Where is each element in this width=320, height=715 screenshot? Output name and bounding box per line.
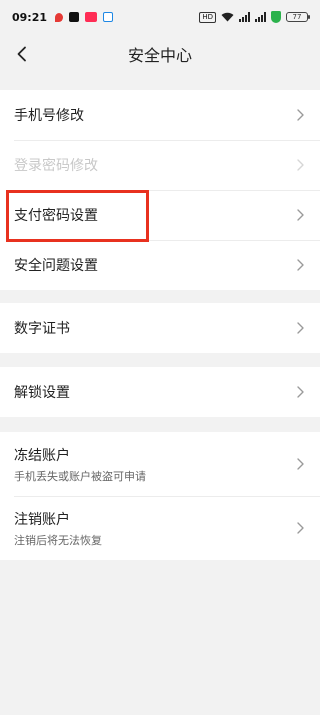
shield-icon	[271, 11, 281, 23]
menu-item-security-question[interactable]: 安全问题设置	[0, 240, 320, 290]
menu-item-digital-certificate[interactable]: 数字证书	[0, 303, 320, 353]
menu-item-phone-change[interactable]: 手机号修改	[0, 90, 320, 140]
notification-icons	[55, 12, 114, 22]
menu-item-unlock-settings[interactable]: 解锁设置	[0, 367, 320, 417]
menu-item-login-password[interactable]: 登录密码修改	[0, 140, 320, 190]
menu-item-label: 安全问题设置	[14, 258, 98, 274]
chevron-right-icon	[297, 209, 304, 221]
status-bar: 09:21 HD 77	[0, 0, 320, 34]
back-arrow-icon	[17, 46, 26, 62]
menu-item-label: 注销账户	[14, 511, 70, 528]
chevron-right-icon	[297, 386, 304, 398]
menu-item-label: 冻结账户	[14, 447, 70, 464]
menu-item-label: 解锁设置	[14, 385, 70, 401]
signal-icon-2	[255, 12, 266, 22]
menu-item-subtitle: 注销后将无法恢复	[14, 533, 102, 547]
menu-item-freeze-account[interactable]: 冻结账户 手机丢失或账户被盗可申请	[0, 432, 320, 496]
app-header: 安全中心	[0, 34, 320, 74]
page-title: 安全中心	[127, 46, 192, 65]
menu-item-label: 数字证书	[14, 321, 70, 337]
menu-item-text: 冻结账户 手机丢失或账户被盗可申请	[14, 445, 146, 484]
signal-icon	[239, 12, 250, 22]
chevron-right-icon	[297, 322, 304, 334]
menu-item-subtitle: 手机丢失或账户被盗可申请	[14, 469, 146, 483]
chevron-right-icon	[297, 109, 304, 121]
status-right: HD 77	[199, 11, 310, 23]
status-time: 09:21	[12, 10, 48, 24]
menu-item-label: 手机号修改	[14, 108, 84, 124]
chevron-right-icon	[297, 522, 304, 534]
app-notification-icon	[85, 12, 98, 22]
battery-icon: 77	[286, 12, 310, 22]
menu-item-close-account[interactable]: 注销账户 注销后将无法恢复	[0, 496, 320, 560]
hd-badge: HD	[199, 11, 216, 23]
account-control-group: 冻结账户 手机丢失或账户被盗可申请 注销账户 注销后将无法恢复	[0, 432, 320, 560]
wifi-icon	[221, 12, 234, 22]
chevron-right-icon	[297, 458, 304, 470]
chevron-right-icon	[297, 259, 304, 271]
certificate-group: 数字证书	[0, 303, 320, 353]
menu-item-label: 登录密码修改	[14, 158, 98, 174]
tiktok-icon	[69, 12, 80, 22]
robot-icon	[103, 12, 114, 22]
chevron-right-icon	[297, 159, 304, 171]
highlight-box	[6, 190, 149, 242]
menu-item-text: 注销账户 注销后将无法恢复	[14, 509, 102, 548]
location-pin-icon	[55, 12, 64, 22]
back-button[interactable]	[6, 38, 38, 70]
unlock-group: 解锁设置	[0, 367, 320, 417]
